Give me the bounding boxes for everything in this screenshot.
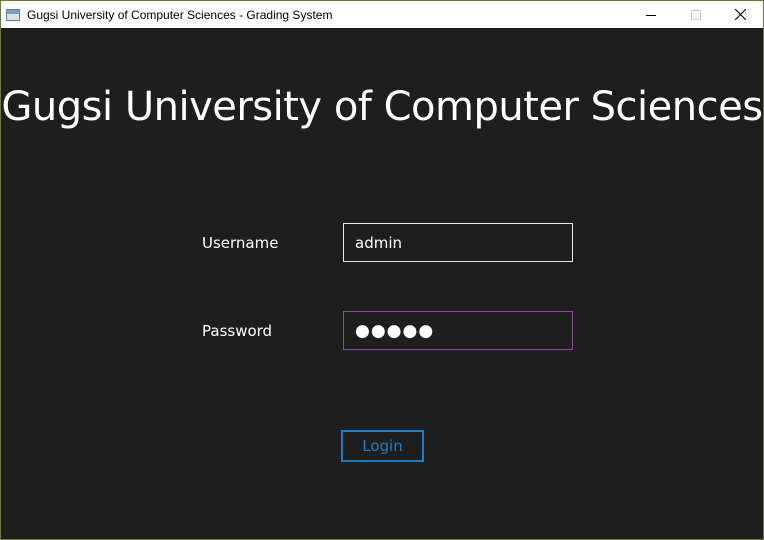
title-bar[interactable]: Gugsi University of Computer Sciences - … [1,1,763,28]
username-label: Username [202,234,279,252]
close-icon [735,9,746,20]
page-title: Gugsi University of Computer Sciences [1,84,763,130]
minimize-icon [645,14,656,16]
close-button[interactable] [718,1,763,28]
minimize-button[interactable] [628,1,673,28]
password-label: Password [202,322,273,340]
login-button-label: Login [362,437,403,455]
window-controls [628,1,763,28]
maximize-button[interactable] [673,1,718,28]
login-panel: Gugsi University of Computer Sciences Us… [1,28,763,539]
app-window: Gugsi University of Computer Sciences - … [0,0,764,540]
password-masked-value: ●●●●● [355,320,435,341]
window-title: Gugsi University of Computer Sciences - … [27,7,333,22]
password-input[interactable]: ●●●●● [343,311,573,350]
app-window-icon [6,8,20,21]
username-value: admin [355,233,402,252]
maximize-icon [690,9,701,20]
login-button[interactable]: Login [341,430,424,462]
username-input[interactable]: admin [343,223,573,262]
